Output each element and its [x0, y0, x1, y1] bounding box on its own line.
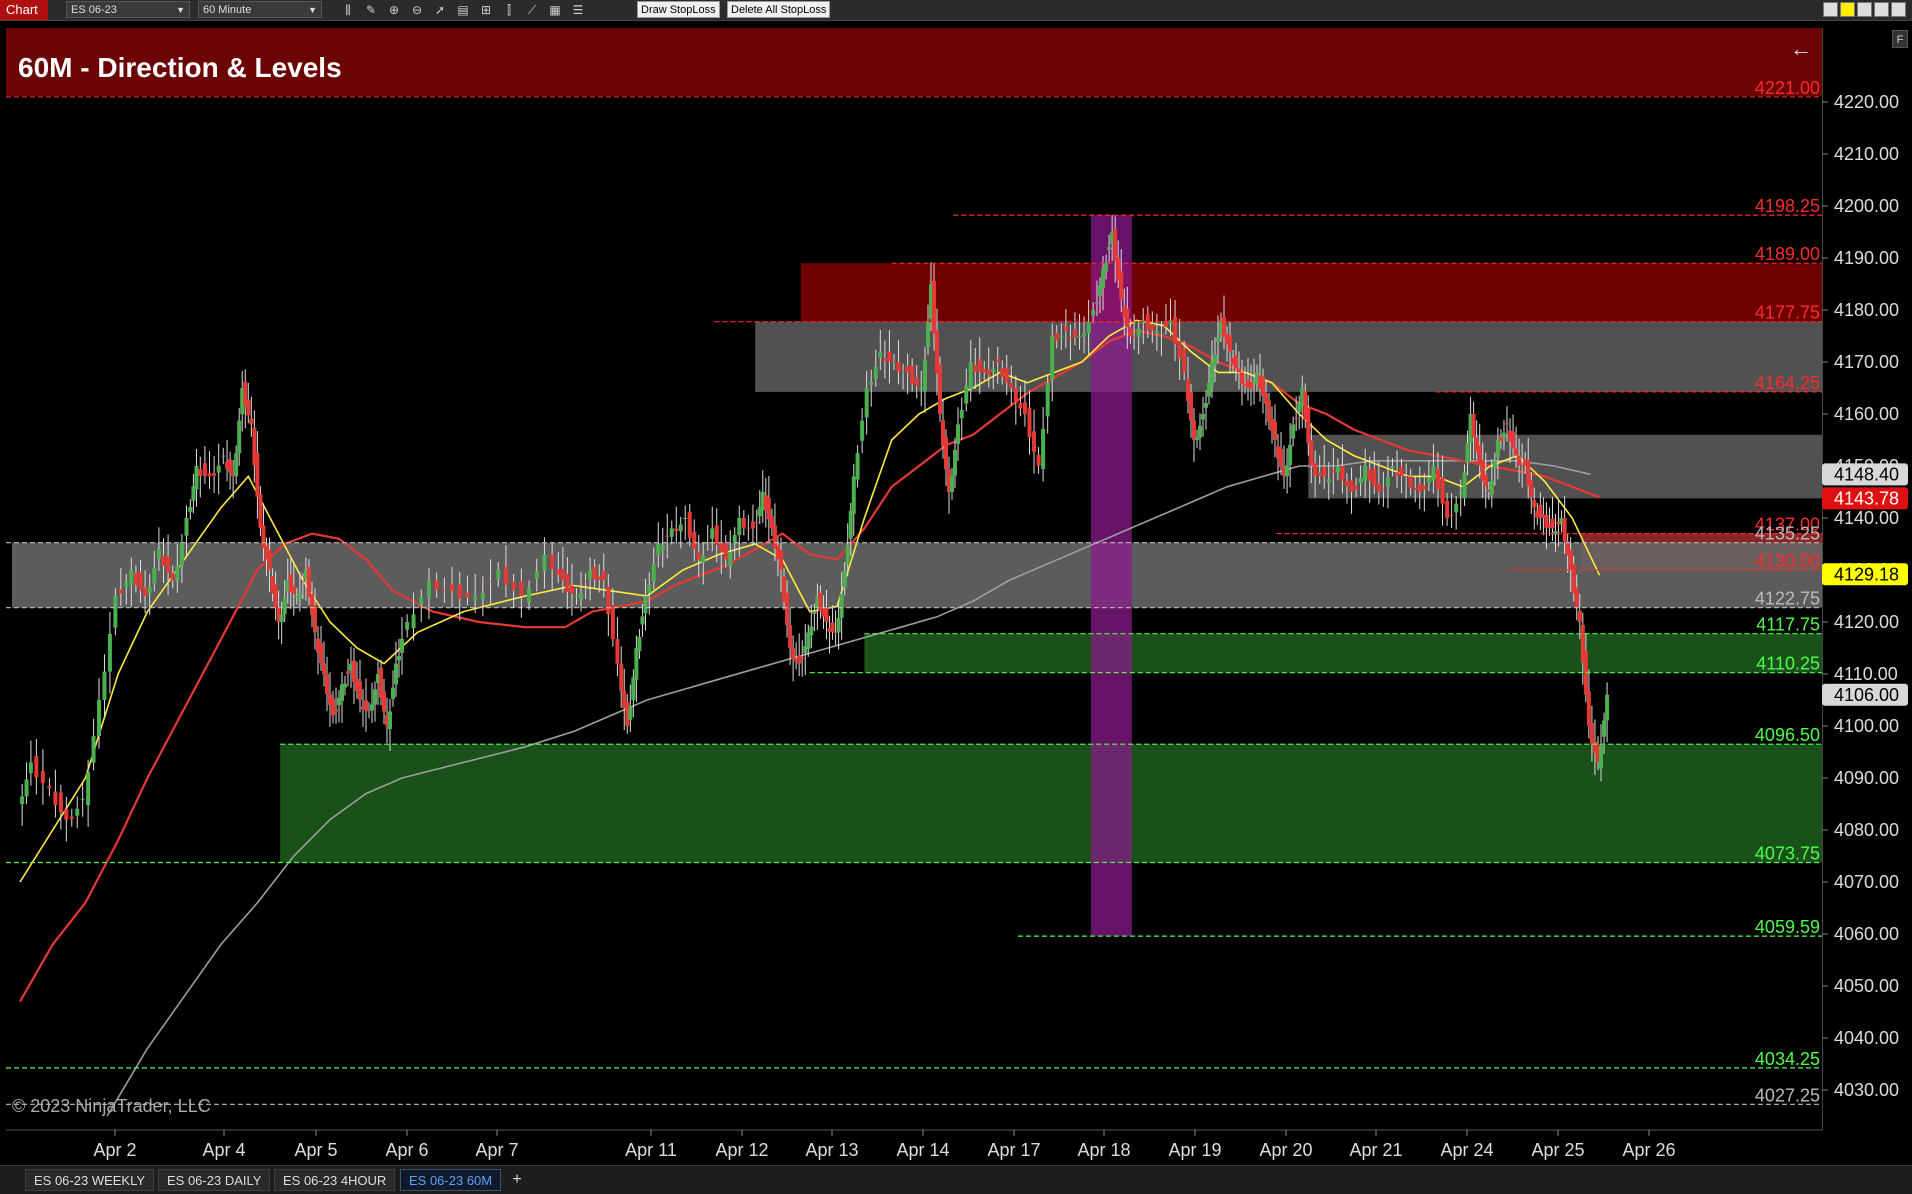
date-label: Apr 24	[1440, 1140, 1493, 1160]
date-label: Apr 5	[294, 1140, 337, 1160]
date-label: Apr 7	[475, 1140, 518, 1160]
price-tick-label: 4210.00	[1834, 144, 1899, 164]
level-label: 4164.25	[1755, 373, 1820, 393]
date-label: Apr 18	[1077, 1140, 1130, 1160]
price-tick-label: 4100.00	[1834, 716, 1899, 736]
price-marker-label: 4148.40	[1834, 464, 1899, 484]
date-label: Apr 12	[715, 1140, 768, 1160]
price-tick-label: 4070.00	[1834, 872, 1899, 892]
date-label: Apr 11	[625, 1140, 677, 1160]
price-tick-label: 4160.00	[1834, 404, 1899, 424]
price-tick-label: 4030.00	[1834, 1080, 1899, 1100]
date-label: Apr 14	[896, 1140, 949, 1160]
price-tick-label: 4080.00	[1834, 820, 1899, 840]
level-label: 4096.50	[1755, 725, 1820, 745]
price-tick-label: 4050.00	[1834, 976, 1899, 996]
date-label: Apr 19	[1168, 1140, 1221, 1160]
price-tick-label: 4060.00	[1834, 924, 1899, 944]
tab-4hour[interactable]: ES 06-23 4HOUR	[274, 1169, 396, 1191]
price-tick-label: 4180.00	[1834, 300, 1899, 320]
price-tick-label: 4120.00	[1834, 612, 1899, 632]
price-tick-label: 4200.00	[1834, 196, 1899, 216]
tab-60m[interactable]: ES 06-23 60M	[400, 1169, 502, 1191]
level-label: 4135.25	[1755, 524, 1820, 544]
level-label: 4073.75	[1755, 844, 1820, 864]
level-label: 4122.75	[1755, 589, 1820, 609]
chart-overlay: 4221.004198.254189.004177.754164.254137.…	[6, 78, 1908, 1160]
date-label: Apr 21	[1349, 1140, 1402, 1160]
level-label: 4130.00	[1755, 551, 1820, 571]
level-label: 4198.25	[1755, 196, 1820, 216]
price-marker-label: 4143.78	[1834, 488, 1899, 508]
date-label: Apr 25	[1531, 1140, 1584, 1160]
price-tick-label: 4190.00	[1834, 248, 1899, 268]
date-label: Apr 13	[805, 1140, 858, 1160]
level-label: 4117.75	[1756, 615, 1820, 635]
price-marker-label: 4106.00	[1834, 685, 1899, 705]
price-tick-label: 4140.00	[1834, 508, 1899, 528]
date-label: Apr 17	[987, 1140, 1040, 1160]
chart-tabs-bar: ES 06-23 WEEKLY ES 06-23 DAILY ES 06-23 …	[0, 1165, 1912, 1194]
level-label: 4189.00	[1755, 244, 1820, 264]
price-tick-label: 4110.00	[1834, 664, 1898, 684]
price-tick-label: 4220.00	[1834, 92, 1899, 112]
price-tick-label: 4040.00	[1834, 1028, 1899, 1048]
tab-weekly[interactable]: ES 06-23 WEEKLY	[25, 1169, 155, 1191]
add-tab-button[interactable]: +	[505, 1169, 529, 1191]
level-label: 4177.75	[1755, 303, 1820, 323]
price-tick-label: 4170.00	[1834, 352, 1899, 372]
date-label: Apr 6	[385, 1140, 428, 1160]
level-label: 4059.59	[1755, 917, 1820, 937]
price-marker-label: 4129.18	[1834, 564, 1899, 584]
date-label: Apr 2	[93, 1140, 136, 1160]
level-label: 4034.25	[1755, 1049, 1820, 1069]
level-label: 4110.25	[1756, 654, 1820, 674]
date-label: Apr 20	[1259, 1140, 1312, 1160]
tab-daily[interactable]: ES 06-23 DAILY	[158, 1169, 271, 1191]
date-label: Apr 4	[202, 1140, 245, 1160]
date-label: Apr 26	[1622, 1140, 1675, 1160]
level-label: 4027.25	[1755, 1085, 1820, 1105]
price-tick-label: 4090.00	[1834, 768, 1899, 788]
level-label: 4221.00	[1755, 78, 1820, 98]
